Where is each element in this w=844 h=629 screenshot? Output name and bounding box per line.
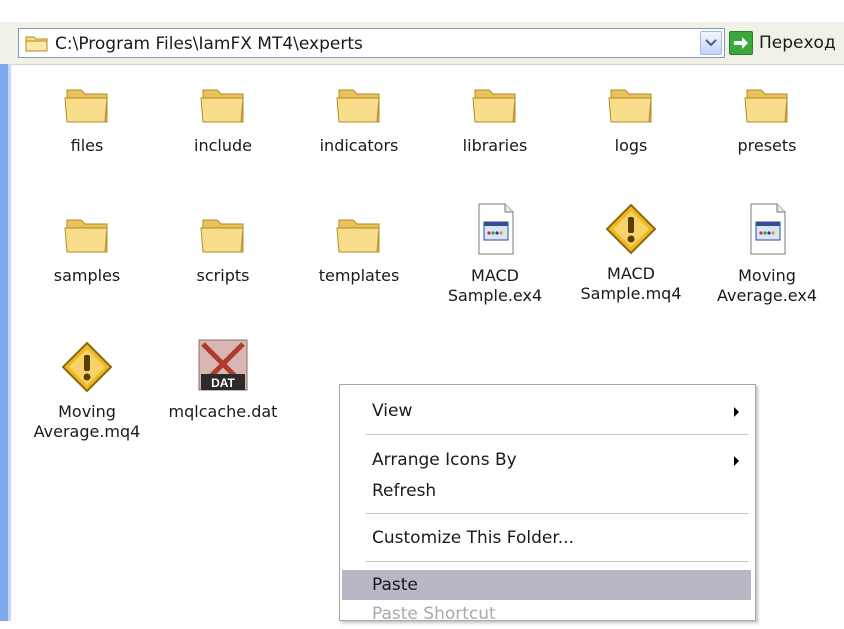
menu-item-view[interactable]: View [340,396,753,426]
folder-icon [336,219,380,253]
folder-icon [472,89,516,123]
file-item-templates[interactable]: templates [294,210,424,286]
menu-item-label: Customize This Folder... [372,528,574,548]
dat-file-icon: DAT [198,339,248,391]
file-item-samples[interactable]: samples [22,210,152,286]
address-field[interactable]: C:\Program Files\IamFX MT4\experts [18,28,725,58]
file-name: files [70,136,104,155]
file-item-include[interactable]: include [158,80,288,156]
file-name: scripts [196,266,250,285]
submenu-arrow-icon [734,407,739,417]
file-item-moving-mq4[interactable]: Moving Average.mq4 [22,340,152,442]
folder-icon [64,89,108,123]
menu-item-customize-folder[interactable]: Customize This Folder... [340,523,753,553]
file-item-libraries[interactable]: libraries [430,80,560,156]
file-name: presets [737,136,797,155]
file-name: templates [318,266,400,285]
menu-item-label: Paste Shortcut [372,604,496,624]
arrow-glyph [734,37,748,49]
file-name: Moving Average.ex4 [717,266,817,305]
chevron-down-icon[interactable] [700,31,722,55]
context-menu: View Arrange Icons By Refresh Customize … [339,384,756,624]
menu-separator [366,561,748,563]
file-name: indicators [319,136,399,155]
file-name: mqlcache.dat [168,402,278,421]
folder-icon [64,219,108,253]
file-item-mqlcache[interactable]: DAT mqlcache.dat [158,336,288,422]
go-label: Переход [759,33,836,53]
menu-item-label: Arrange Icons By [372,450,517,470]
menu-item-paste-shortcut[interactable]: Paste Shortcut [340,599,753,629]
menu-item-label: View [372,401,413,421]
file-item-files[interactable]: files [22,80,152,156]
file-item-macd-ex4[interactable]: MACD Sample.ex4 [430,200,560,306]
menu-separator [366,513,748,515]
menu-item-refresh[interactable]: Refresh [340,476,753,506]
file-name: include [194,136,252,155]
file-item-indicators[interactable]: indicators [294,80,424,156]
ex4-file-icon [478,203,514,255]
file-item-logs[interactable]: logs [566,80,696,156]
file-name: Moving Average.mq4 [33,402,141,441]
top-strip [0,0,844,22]
folder-icon [200,89,244,123]
file-name: MACD Sample.mq4 [580,264,682,303]
submenu-arrow-icon [734,456,739,466]
folder-icon [25,36,48,52]
mq4-warning-icon [61,341,113,393]
folder-icon [744,89,788,123]
menu-item-arrange-icons-by[interactable]: Arrange Icons By [340,445,753,475]
task-pane-edge-highlight [8,64,11,621]
file-name: samples [53,266,121,285]
folder-icon [608,89,652,123]
file-item-macd-mq4[interactable]: MACD Sample.mq4 [566,202,696,304]
menu-separator [366,434,748,436]
file-item-presets[interactable]: presets [702,80,832,156]
go-button[interactable]: Переход [729,28,844,58]
file-name: logs [614,136,648,155]
task-pane-edge [0,64,8,621]
menu-item-paste[interactable]: Paste [342,570,751,600]
file-name: libraries [462,136,528,155]
menu-item-label: Paste [372,575,418,595]
chevron-down-glyph [705,39,717,47]
file-name: MACD Sample.ex4 [447,266,543,305]
ex4-file-icon [750,203,786,255]
folder-icon [200,219,244,253]
file-item-scripts[interactable]: scripts [158,210,288,286]
address-path[interactable]: C:\Program Files\IamFX MT4\experts [55,34,363,54]
green-arrow-icon [729,31,753,55]
menu-item-label: Refresh [372,481,437,501]
file-item-moving-ex4[interactable]: Moving Average.ex4 [702,200,832,306]
folder-icon [336,89,380,123]
dat-badge: DAT [211,376,235,390]
mq4-warning-icon [605,203,657,255]
